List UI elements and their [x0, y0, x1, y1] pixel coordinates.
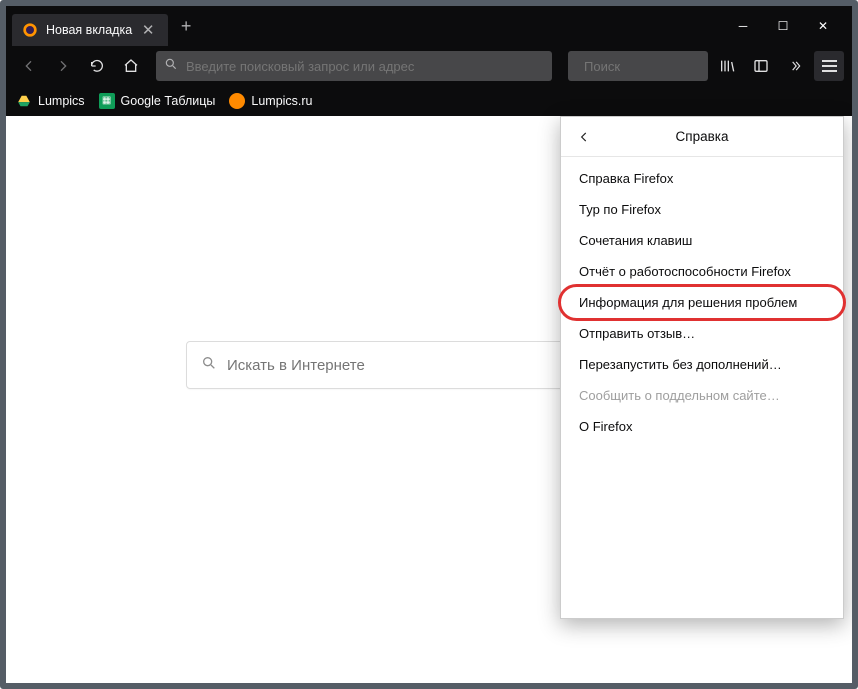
drive-icon	[16, 93, 32, 109]
back-button[interactable]	[14, 51, 44, 81]
menu-item-health-report[interactable]: Отчёт о работоспособности Firefox	[561, 256, 843, 287]
close-icon[interactable]: ✕	[140, 23, 156, 38]
minimize-button[interactable]: ─	[734, 19, 752, 33]
forward-button[interactable]	[48, 51, 78, 81]
firefox-icon	[22, 22, 38, 38]
menu-header: Справка	[561, 117, 843, 157]
bookmark-label: Lumpics.ru	[251, 94, 312, 108]
reload-button[interactable]	[82, 51, 112, 81]
library-button[interactable]	[712, 51, 742, 81]
search-input[interactable]	[584, 59, 700, 74]
url-input[interactable]	[186, 59, 544, 74]
menu-back-button[interactable]	[571, 124, 597, 150]
tab-title: Новая вкладка	[46, 23, 132, 37]
close-window-button[interactable]: ✕	[814, 19, 832, 33]
menu-item-report-deceptive-site: Сообщить о поддельном сайте…	[561, 380, 843, 411]
search-bar[interactable]	[568, 51, 708, 81]
nav-toolbar	[6, 46, 852, 86]
menu-item-about-firefox[interactable]: О Firefox	[561, 411, 843, 442]
sheets-icon: ▦	[99, 93, 115, 109]
bookmarks-bar: Lumpics ▦ Google Таблицы Lumpics.ru	[6, 86, 852, 116]
site-icon	[229, 93, 245, 109]
overflow-button[interactable]	[780, 51, 810, 81]
bookmark-google-sheets[interactable]: ▦ Google Таблицы	[99, 93, 216, 109]
bookmark-lumpics-ru[interactable]: Lumpics.ru	[229, 93, 312, 109]
titlebar: Новая вкладка ✕ + ─ ☐ ✕	[6, 6, 852, 46]
menu-title: Справка	[561, 129, 843, 144]
bookmark-label: Lumpics	[38, 94, 85, 108]
search-icon	[201, 355, 217, 376]
window-controls: ─ ☐ ✕	[718, 6, 848, 46]
search-icon	[164, 57, 178, 76]
menu-item-restart-without-addons[interactable]: Перезапустить без дополнений…	[561, 349, 843, 380]
new-tab-button[interactable]: +	[172, 16, 200, 37]
tab-active[interactable]: Новая вкладка ✕	[12, 14, 168, 46]
menu-item-troubleshooting-info[interactable]: Информация для решения проблем	[561, 287, 843, 318]
bookmark-lumpics[interactable]: Lumpics	[16, 93, 85, 109]
hamburger-icon	[822, 60, 837, 72]
home-button[interactable]	[116, 51, 146, 81]
bookmark-label: Google Таблицы	[121, 94, 216, 108]
menu-item-firefox-tour[interactable]: Тур по Firefox	[561, 194, 843, 225]
help-menu-panel: Справка Справка Firefox Тур по Firefox С…	[560, 116, 844, 619]
menu-item-submit-feedback[interactable]: Отправить отзыв…	[561, 318, 843, 349]
url-bar[interactable]	[156, 51, 552, 81]
menu-item-firefox-help[interactable]: Справка Firefox	[561, 163, 843, 194]
menu-item-keyboard-shortcuts[interactable]: Сочетания клавиш	[561, 225, 843, 256]
menu-footer	[561, 448, 843, 618]
sidebar-button[interactable]	[746, 51, 776, 81]
maximize-button[interactable]: ☐	[774, 19, 792, 33]
hamburger-menu-button[interactable]	[814, 51, 844, 81]
